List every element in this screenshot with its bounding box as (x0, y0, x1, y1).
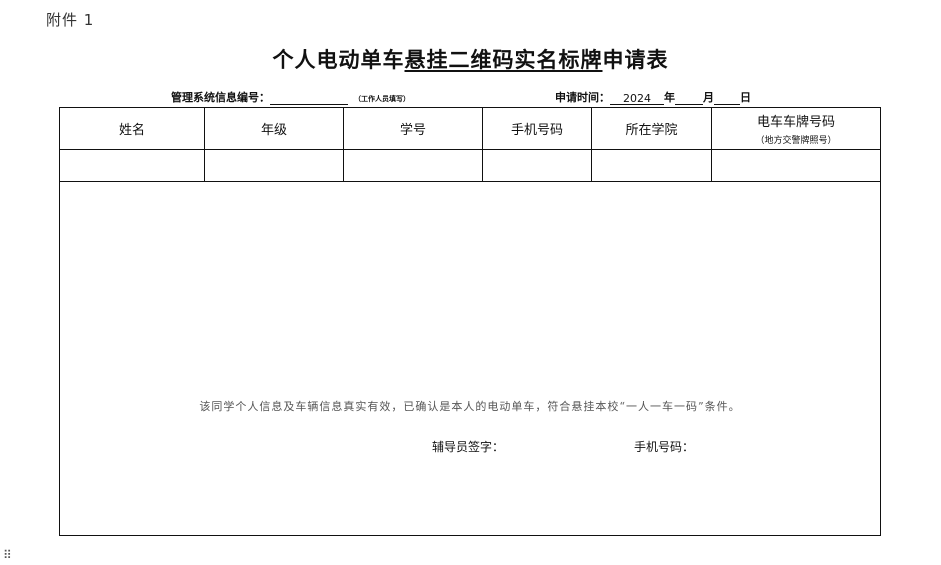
header-phone: 手机号码 (482, 107, 592, 150)
table-header-row: 姓名 年级 学号 手机号码 所在学院 电车车牌号码 （地方交警牌照号） (59, 107, 881, 150)
header-plate-sub: （地方交警牌照号） (755, 136, 837, 146)
header-plate-label: 电车车牌号码 (756, 115, 835, 130)
header-grade: 年级 (204, 107, 344, 150)
month-field[interactable] (675, 92, 703, 105)
date-label: 申请时间： (555, 91, 610, 104)
mgmt-label: 管理系统信息编号： (171, 91, 270, 104)
confirmation-cell: 该同学个人信息及车辆信息真实有效，已确认是本人的电动单车，符合悬挂本校“一人一车… (59, 181, 881, 536)
day-label: 日 (740, 91, 751, 104)
cell-name[interactable] (59, 149, 205, 182)
table-row (59, 149, 881, 182)
application-form-table: 姓名 年级 学号 手机号码 所在学院 电车车牌号码 （地方交警牌照号） 该同学个… (59, 107, 881, 536)
cell-college[interactable] (591, 149, 712, 182)
apply-date-line: 申请时间： 2024 年 月 日 (555, 89, 751, 105)
page-title: 个人电动单车悬挂二维码实名标牌申请表 (0, 44, 941, 74)
header-name: 姓名 (59, 107, 205, 150)
cell-phone[interactable] (482, 149, 592, 182)
counselor-signature-label: 辅导员签字： (432, 440, 505, 454)
title-part-2: 申请表 (602, 47, 669, 72)
confirmation-row: 该同学个人信息及车辆信息真实有效，已确认是本人的电动单车，符合悬挂本校“一人一车… (59, 181, 881, 536)
drag-handle-icon[interactable]: ⠿ (3, 548, 12, 562)
counselor-phone-label: 手机号码： (634, 440, 695, 454)
header-student-id: 学号 (343, 107, 483, 150)
month-label: 月 (703, 91, 714, 104)
cell-plate[interactable] (711, 149, 881, 182)
header-plate: 电车车牌号码 （地方交警牌照号） (711, 107, 881, 150)
mgmt-info-line: 管理系统信息编号： （工作人员填写） (171, 89, 410, 105)
mgmt-note: （工作人员填写） (354, 94, 410, 103)
year-label: 年 (664, 91, 675, 104)
year-field[interactable]: 2024 (610, 92, 664, 105)
cell-grade[interactable] (204, 149, 344, 182)
confirmation-text: 该同学个人信息及车辆信息真实有效，已确认是本人的电动单车，符合悬挂本校“一人一车… (199, 400, 741, 413)
attachment-label: 附件 1 (46, 11, 95, 29)
title-part-1: 个人电动单车 (272, 47, 405, 72)
mgmt-number-field[interactable] (270, 92, 348, 105)
header-college: 所在学院 (591, 107, 712, 150)
day-field[interactable] (714, 92, 740, 105)
cell-student-id[interactable] (343, 149, 483, 182)
title-underlined: 悬挂二维码实名标牌 (404, 47, 603, 72)
